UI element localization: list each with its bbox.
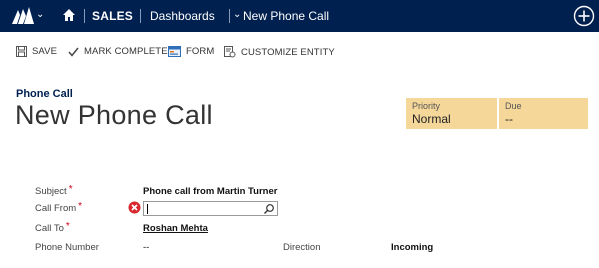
call-from-row: Call From * xyxy=(0,201,599,219)
command-bar: SAVE MARK COMPLETE FORM CUSTOMIZE ENTITY xyxy=(0,42,599,64)
entity-type-label: Phone Call xyxy=(16,88,73,100)
customize-entity-label: CUSTOMIZE ENTITY xyxy=(241,46,335,58)
page-title: New Phone Call xyxy=(15,100,213,130)
header-field-due[interactable]: Due -- xyxy=(499,98,588,129)
mark-complete-button[interactable]: MARK COMPLETE xyxy=(68,46,168,57)
nav-separator xyxy=(84,9,85,23)
phone-number-label: Phone Number xyxy=(35,242,99,253)
required-marker: * xyxy=(68,184,73,195)
mark-complete-label: MARK COMPLETE xyxy=(84,46,168,57)
dynamics-logo-icon[interactable] xyxy=(12,7,34,24)
save-button[interactable]: SAVE xyxy=(16,46,57,57)
nav-separator xyxy=(229,9,230,23)
direction-label: Direction xyxy=(283,242,321,253)
subject-value[interactable]: Phone call from Martin Turner xyxy=(143,186,277,197)
direction-value[interactable]: Incoming xyxy=(391,242,433,253)
form-label: FORM xyxy=(186,46,215,57)
nav-app-sales[interactable]: SALES xyxy=(92,9,133,23)
plus-circle-icon[interactable] xyxy=(573,5,595,27)
lookup-search-icon[interactable] xyxy=(263,203,275,215)
call-to-label: Call To * xyxy=(35,221,70,234)
nav-area-dashboards[interactable]: Dashboards xyxy=(150,9,215,23)
nav-current-record[interactable]: New Phone Call xyxy=(243,9,329,23)
call-from-label: Call From * xyxy=(35,201,83,214)
phone-direction-row: Phone Number -- Direction Incoming xyxy=(0,242,599,258)
subject-label: Subject * xyxy=(35,184,73,197)
checkmark-icon xyxy=(68,47,79,57)
text-cursor xyxy=(147,204,148,214)
subject-row: Subject * Phone call from Martin Turner xyxy=(0,184,599,202)
call-from-lookup-input[interactable] xyxy=(143,201,278,216)
priority-value[interactable]: Normal xyxy=(412,112,491,126)
nav-separator xyxy=(140,9,141,23)
chevron-down-icon[interactable]: ⌄ xyxy=(233,9,241,20)
priority-label: Priority xyxy=(412,101,441,111)
required-marker: * xyxy=(78,201,83,212)
required-marker: * xyxy=(65,221,70,232)
phone-number-value[interactable]: -- xyxy=(143,242,149,253)
error-icon xyxy=(128,201,141,214)
due-label: Due xyxy=(505,101,522,111)
top-nav-bar: ⌄ SALES Dashboards ⌄ New Phone Call xyxy=(0,0,599,32)
save-label: SAVE xyxy=(32,46,58,57)
due-value[interactable]: -- xyxy=(505,112,582,126)
home-icon[interactable] xyxy=(62,8,76,22)
call-to-value[interactable]: Roshan Mehta xyxy=(143,223,208,234)
chevron-down-icon[interactable]: ⌄ xyxy=(36,9,44,20)
header-field-priority[interactable]: Priority Normal xyxy=(406,98,497,129)
form-button[interactable]: FORM xyxy=(168,46,214,57)
customize-entity-button[interactable]: CUSTOMIZE ENTITY xyxy=(224,46,335,58)
customize-icon xyxy=(224,46,236,58)
form-icon xyxy=(168,46,181,57)
save-icon xyxy=(16,46,27,57)
call-to-row: Call To * Roshan Mehta xyxy=(0,221,599,239)
